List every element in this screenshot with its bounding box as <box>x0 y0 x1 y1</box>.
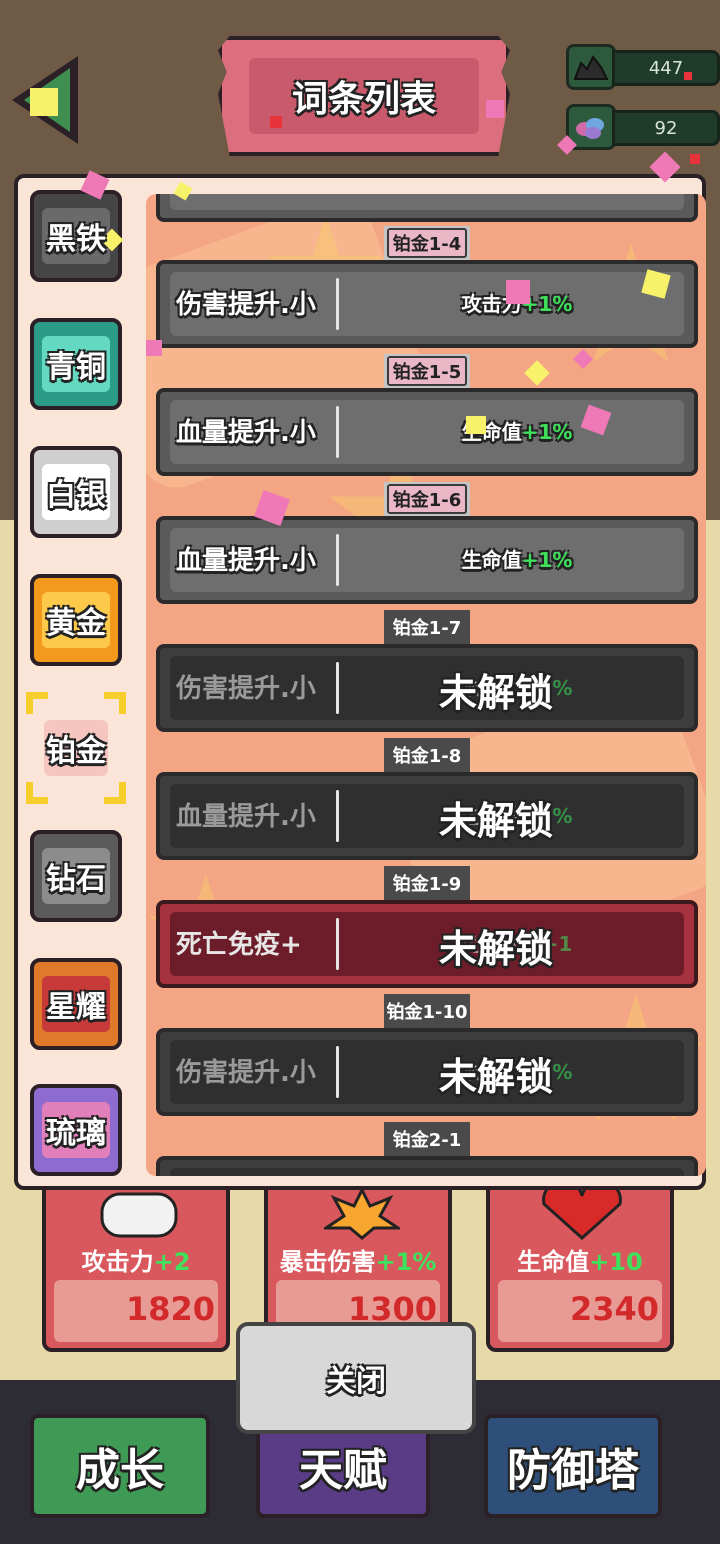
upgrade-card-attack-bonus: +2 <box>153 1248 191 1276</box>
entry-level-label: 铂金1-8 <box>384 738 470 772</box>
explosion-icon <box>324 1188 400 1240</box>
title-banner: 词条列表 <box>218 36 510 156</box>
tab-label: 钻石 <box>46 862 106 897</box>
entry-level-label: 铂金1-9 <box>384 866 470 900</box>
upgrade-card-attack[interactable]: 攻击力+2 1820 <box>42 1180 230 1352</box>
tab-gold[interactable]: 黄金 <box>30 574 122 666</box>
confetti <box>684 72 692 80</box>
entry-level-label: 铂金2-1 <box>384 1122 470 1156</box>
upgrade-card-crit-bonus: +1% <box>375 1248 437 1276</box>
tab-label: 白银 <box>46 478 106 513</box>
nav-talent-label: 天赋 <box>299 1445 387 1496</box>
nav-tower-label: 防御塔 <box>507 1445 639 1496</box>
tab-label: 星耀 <box>46 990 106 1025</box>
entry-row-locked[interactable]: 伤害提升.小 攻击力+1% 未解锁 <box>156 1028 698 1116</box>
entry-row-partial <box>156 1156 698 1176</box>
entry-list-panel: 黑铁 青铜 白银 黄金 铂金 钻石 星耀 琉璃 铂金1-4 伤害提升.小 攻击力… <box>14 174 706 1190</box>
entry-name: 血量提升.小 <box>176 802 316 832</box>
upgrade-card-attack-cost: 1820 <box>126 1290 216 1328</box>
upgrade-card-crit-label: 暴击伤害 <box>279 1248 376 1276</box>
tab-label: 青铜 <box>46 350 106 385</box>
tab-diamond[interactable]: 钻石 <box>30 830 122 922</box>
entry-level-label: 铂金1-6 <box>384 482 470 516</box>
entry-divider <box>336 406 339 458</box>
entry-effect: 生命值+1% <box>461 420 573 444</box>
entry-name: 伤害提升.小 <box>176 674 316 704</box>
tab-label: 黄金 <box>46 606 106 641</box>
entry-name: 伤害提升.小 <box>176 1058 316 1088</box>
confetti <box>146 340 162 356</box>
entry-list[interactable]: 铂金1-4 伤害提升.小 攻击力+1% 铂金1-5 血量提升.小 生命值+1% … <box>146 194 706 1176</box>
entry-row[interactable]: 血量提升.小 生命值+1% <box>156 388 698 476</box>
entry-name: 血量提升.小 <box>176 546 316 576</box>
upgrade-card-hp-label: 生命值 <box>517 1248 590 1276</box>
entry-row[interactable]: 血量提升.小 生命值+1% <box>156 516 698 604</box>
entry-row-locked[interactable]: 伤害提升.小 攻击力+1% 未解锁 <box>156 644 698 732</box>
entry-level-label: 铂金1-7 <box>384 610 470 644</box>
confetti <box>506 280 530 304</box>
tab-label: 铂金 <box>46 734 106 769</box>
entry-divider <box>336 534 339 586</box>
tab-platinum[interactable]: 铂金 <box>26 692 126 804</box>
nav-growth[interactable]: 成长 <box>30 1414 210 1518</box>
locked-label: 未解锁 <box>438 927 553 971</box>
entry-row-locked[interactable]: 血量提升.小 生命值+1% 未解锁 <box>156 772 698 860</box>
selection-corner <box>104 692 126 714</box>
heart-icon <box>542 1186 622 1240</box>
selection-corner <box>104 782 126 804</box>
resource-ore-value: 447 <box>612 50 720 86</box>
locked-label: 未解锁 <box>438 1055 553 1099</box>
confetti <box>690 154 700 164</box>
entry-row-locked-special[interactable]: 死亡免疫+ 免疫次数+1 未解锁 <box>156 900 698 988</box>
entry-row-partial <box>156 194 698 222</box>
close-button[interactable]: 关闭 <box>236 1322 476 1434</box>
resource-ore: 447 <box>566 44 720 90</box>
entry-level-label: 铂金1-10 <box>384 994 470 1028</box>
upgrade-card-hp[interactable]: 生命值+10 2340 <box>486 1180 674 1352</box>
ore-icon <box>566 44 616 90</box>
tab-silver[interactable]: 白银 <box>30 446 122 538</box>
close-button-label: 关闭 <box>326 1364 386 1399</box>
page-title: 词条列表 <box>291 79 436 120</box>
entry-level-label: 铂金1-5 <box>384 354 470 388</box>
entry-divider <box>336 278 339 330</box>
resource-gem: 92 <box>566 104 720 150</box>
confetti <box>30 88 58 116</box>
tab-bronze[interactable]: 青铜 <box>30 318 122 410</box>
resource-gem-value: 92 <box>612 110 720 146</box>
locked-label: 未解锁 <box>438 799 553 843</box>
tab-label: 琉璃 <box>46 1116 106 1151</box>
upgrade-card-attack-label: 攻击力 <box>81 1248 154 1276</box>
entry-row[interactable]: 伤害提升.小 攻击力+1% <box>156 260 698 348</box>
selection-corner <box>26 692 48 714</box>
tab-star[interactable]: 星耀 <box>30 958 122 1050</box>
tab-glaze[interactable]: 琉璃 <box>30 1084 122 1176</box>
entry-name: 血量提升.小 <box>176 418 316 448</box>
entry-effect: 生命值+1% <box>461 548 573 572</box>
upgrade-card-hp-cost: 2340 <box>570 1290 660 1328</box>
upgrade-card-hp-bonus: +10 <box>589 1248 643 1276</box>
fist-icon <box>100 1192 178 1238</box>
entry-level-label: 铂金1-4 <box>384 226 470 260</box>
confetti <box>466 416 486 434</box>
confetti <box>486 100 504 118</box>
confetti <box>270 116 282 128</box>
entry-name: 伤害提升.小 <box>176 290 316 320</box>
nav-growth-label: 成长 <box>76 1445 164 1496</box>
nav-tower[interactable]: 防御塔 <box>484 1414 662 1518</box>
tab-label: 黑铁 <box>46 222 106 257</box>
selection-corner <box>26 782 48 804</box>
locked-label: 未解锁 <box>438 671 553 715</box>
entry-name: 死亡免疫+ <box>176 930 302 960</box>
